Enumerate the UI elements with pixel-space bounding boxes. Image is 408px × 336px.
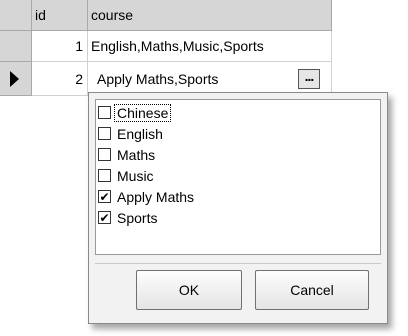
cell-course-editing[interactable]: Apply Maths,Sports [88, 62, 332, 96]
list-item-maths[interactable]: Maths [98, 144, 157, 165]
checklist-dropdown: Chinese English Maths Music ✔ Apply Math… [88, 92, 388, 324]
checkbox[interactable] [98, 169, 111, 182]
row-indicator-current[interactable] [0, 62, 32, 96]
checkbox-list: Chinese English Maths Music ✔ Apply Math… [95, 99, 381, 255]
cell-course[interactable]: English,Maths,Music,Sports [88, 31, 332, 62]
list-item-sports[interactable]: ✔ Sports [98, 207, 159, 228]
item-label: Apply Maths [117, 188, 195, 205]
item-label: English [117, 125, 163, 142]
ok-button[interactable]: OK [136, 270, 242, 310]
checkbox-checked[interactable]: ✔ [98, 190, 111, 203]
list-item-apply-maths[interactable]: ✔ Apply Maths [98, 186, 196, 207]
checkbox-checked[interactable]: ✔ [98, 211, 111, 224]
current-row-arrow-icon [10, 71, 19, 87]
column-header-course[interactable]: course [88, 0, 332, 31]
separator [95, 263, 381, 264]
checkbox[interactable] [98, 106, 111, 119]
item-label: Maths [117, 146, 156, 163]
item-label: Music [117, 167, 154, 184]
checkbox[interactable] [98, 148, 111, 161]
cell-id[interactable]: 2 [32, 62, 88, 96]
data-grid: id course 1 English,Maths,Music,Sports 2… [0, 0, 408, 100]
list-item-music[interactable]: Music [98, 165, 156, 186]
item-label: Sports [117, 209, 158, 226]
ellipsis-button[interactable]: ... [298, 69, 320, 89]
cancel-button[interactable]: Cancel [255, 270, 369, 310]
list-item-chinese[interactable]: Chinese [98, 102, 172, 123]
row-indicator[interactable] [0, 31, 32, 62]
grid-corner-header [0, 0, 32, 31]
list-item-english[interactable]: English [98, 123, 165, 144]
checkbox[interactable] [98, 127, 111, 140]
item-label: Chinese [113, 103, 172, 122]
column-header-id[interactable]: id [32, 0, 88, 31]
cell-id[interactable]: 1 [32, 31, 88, 62]
